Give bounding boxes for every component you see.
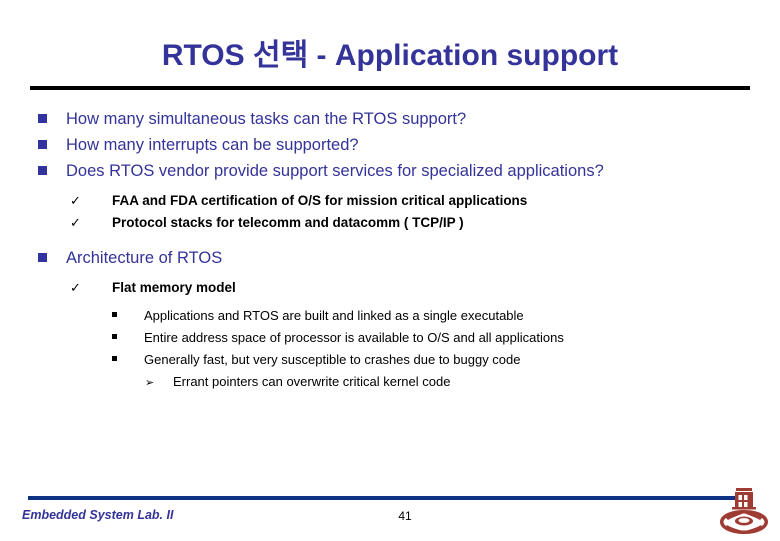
small-square-icon (112, 307, 144, 327)
list-item: ✓ FAA and FDA certification of O/S for m… (0, 191, 780, 211)
filled-square-icon (38, 109, 66, 131)
page-number: 41 (398, 509, 412, 523)
list-item: ✓ Protocol stacks for telecomm and datac… (0, 213, 780, 233)
filled-square-icon (38, 135, 66, 157)
list-item: How many simultaneous tasks can the RTOS… (0, 108, 780, 131)
list-item-label: Flat memory model (112, 280, 236, 295)
small-square-icon (112, 351, 144, 371)
list-item-label: Entire address space of processor is ava… (144, 330, 564, 345)
footer-divider (28, 496, 738, 500)
list-item-label: Does RTOS vendor provide support service… (66, 162, 604, 180)
filled-square-icon (38, 161, 66, 183)
check-icon: ✓ (70, 215, 81, 230)
list-item-label: Generally fast, but very susceptible to … (144, 352, 521, 367)
list-item-label: How many simultaneous tasks can the RTOS… (66, 110, 467, 128)
check-icon: ✓ (70, 280, 81, 295)
list-item: How many interrupts can be supported? (0, 134, 780, 157)
filled-square-icon (38, 248, 66, 270)
title-block: RTOS 선택 - Application support (0, 38, 780, 74)
list-item: ➢ Errant pointers can overwrite critical… (0, 372, 780, 393)
list-item: Applications and RTOS are built and link… (0, 306, 780, 327)
list-item-label: FAA and FDA certification of O/S for mis… (112, 193, 528, 208)
list-item: Does RTOS vendor provide support service… (0, 160, 780, 183)
list-item: Generally fast, but very susceptible to … (0, 350, 780, 371)
bullet-list: How many simultaneous tasks can the RTOS… (0, 108, 780, 394)
list-item: Entire address space of processor is ava… (0, 328, 780, 349)
title-divider (30, 86, 750, 90)
list-item-label: Protocol stacks for telecomm and datacom… (112, 215, 464, 230)
small-square-icon (112, 329, 144, 349)
list-item: ✓ Flat memory model (0, 278, 780, 298)
list-item-label: How many interrupts can be supported? (66, 136, 359, 154)
list-item-label: Architecture of RTOS (66, 249, 223, 267)
check-icon: ✓ (70, 193, 81, 208)
arrow-right-icon: ➢ (145, 377, 155, 389)
page-title: RTOS 선택 - Application support (161, 39, 619, 72)
university-emblem-logo (718, 486, 770, 536)
list-item: Architecture of RTOS (0, 247, 780, 270)
list-item-label: Errant pointers can overwrite critical k… (173, 374, 451, 389)
slide-canvas: RTOS 선택 - Application support How many s… (0, 0, 780, 540)
list-item-label: Applications and RTOS are built and link… (144, 308, 524, 323)
